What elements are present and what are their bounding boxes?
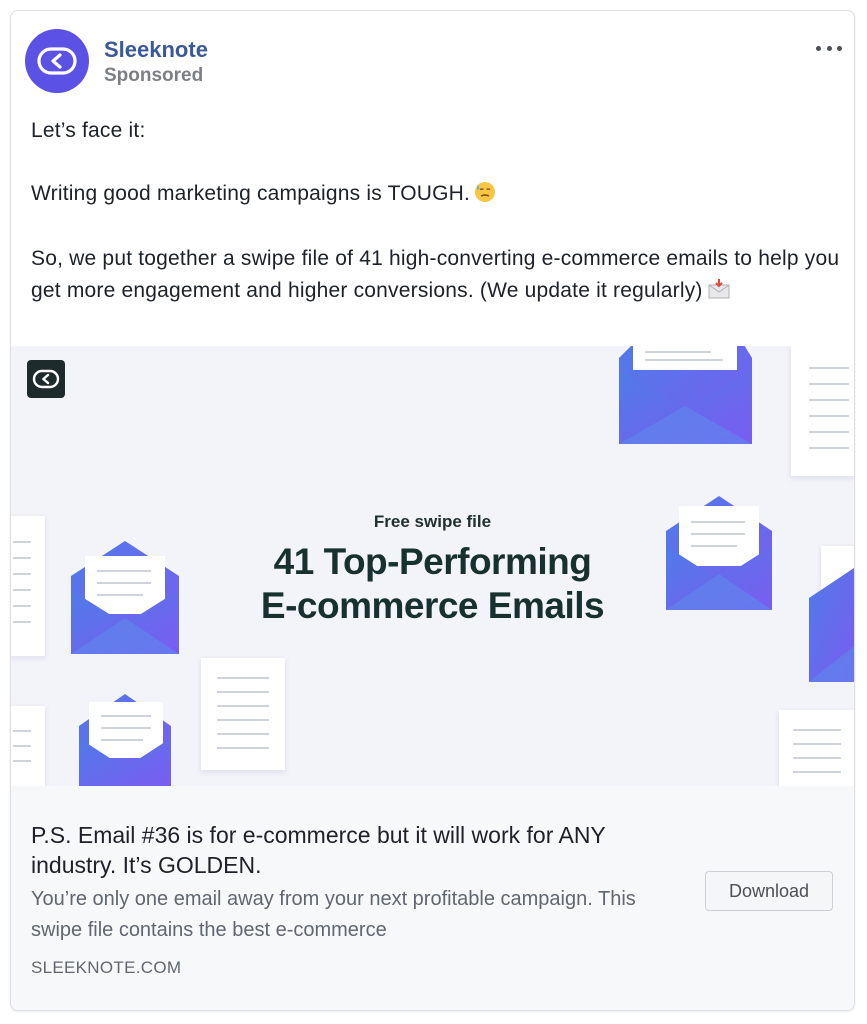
more-options-button[interactable] — [816, 41, 842, 55]
page-avatar[interactable] — [25, 29, 89, 93]
sponsored-label: Sponsored — [104, 65, 204, 86]
download-button[interactable]: Download — [705, 871, 833, 911]
sponsored-post-card: Sleeknote Sponsored Let’s face it: Writi… — [10, 10, 855, 1011]
page-name-link[interactable]: Sleeknote — [104, 37, 208, 63]
link-domain: SLEEKNOTE.COM — [31, 958, 182, 977]
sleeknote-logo-icon — [37, 47, 77, 75]
link-description: You’re only one email away from your nex… — [31, 888, 636, 941]
link-headline[interactable]: P.S. Email #36 is for e-commerce but it … — [31, 820, 671, 880]
sweat-face-emoji-icon — [474, 181, 496, 213]
link-preview[interactable]: P.S. Email #36 is for e-commerce but it … — [11, 786, 854, 1010]
ad-image[interactable]: Free swipe file 41 Top-Performing E-comm… — [11, 346, 854, 786]
incoming-envelope-emoji-icon — [707, 278, 731, 310]
post-text-line: Writing good marketing campaigns is TOUG… — [31, 178, 841, 213]
hero-title: 41 Top-Performing E-commerce Emails — [260, 541, 605, 626]
post-text-line: Let’s face it: — [31, 119, 146, 142]
hero-kicker: Free swipe file — [373, 512, 492, 531]
post-header: Sleeknote Sponsored — [11, 11, 854, 111]
more-horizontal-icon — [816, 45, 821, 51]
post-text-line: So, we put together a swipe file of 41 h… — [31, 243, 841, 309]
post-body-text: Let’s face it: Writing good marketing ca… — [31, 115, 841, 309]
